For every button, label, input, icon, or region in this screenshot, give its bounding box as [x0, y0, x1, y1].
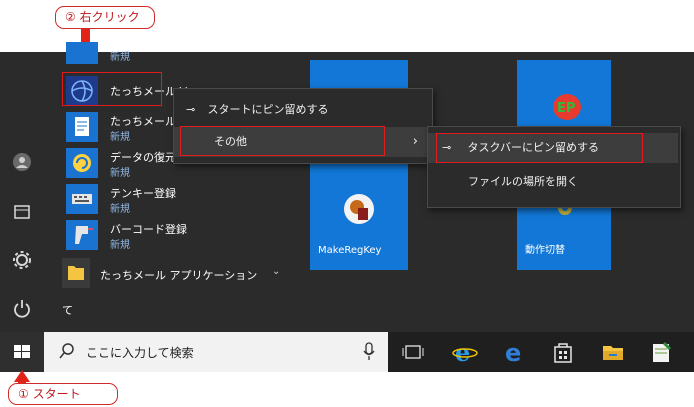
search-icon [58, 342, 76, 364]
app-list-item-partial[interactable]: 新規 [66, 42, 186, 74]
pin-icon: ⊸ [186, 103, 196, 116]
app-sub-label: 新規 [110, 132, 130, 143]
start-callout: ① スタート [8, 383, 118, 405]
highlight-selected-app [62, 72, 162, 106]
keyboard-app-icon [66, 184, 98, 214]
highlight-pin-to-taskbar [436, 133, 643, 163]
barcode-scanner-app-icon [66, 220, 98, 250]
app-folder-touchmail-apps[interactable]: たっちメール アプリケーション ⌄ [62, 258, 296, 290]
start-menu: 新規 たっちメール Ve たっちメール操 新規 データの復元 新規 テンキー登録… [0, 42, 694, 332]
folder-icon [62, 258, 90, 288]
start-button[interactable] [0, 332, 44, 372]
app-tile-icon [66, 42, 98, 64]
edge-browser-icon[interactable]: e [502, 339, 528, 367]
chevron-right-icon: › [412, 134, 418, 149]
notepad-app-icon[interactable] [648, 339, 674, 365]
app-sub-label: 新規 [110, 168, 130, 179]
app-sub-label: 新規 [110, 204, 130, 215]
svg-text:e: e [455, 339, 470, 365]
task-view-icon[interactable] [400, 339, 426, 365]
makeregkey-icon [344, 194, 374, 224]
ep-logo-icon: EP [553, 94, 581, 120]
tile-label: 動作切替 [525, 245, 565, 256]
svg-text:EP: EP [557, 101, 575, 116]
settings-gear-icon[interactable] [12, 250, 32, 270]
tile-makeregkey[interactable]: MakeRegKey [310, 170, 408, 262]
app-sub-label: 新規 [110, 240, 130, 251]
app-list-item-tenkey[interactable]: テンキー登録 新規 [66, 182, 176, 215]
user-icon[interactable] [12, 152, 32, 172]
right-click-callout: ② 右クリック [55, 6, 155, 29]
right-click-label: ② 右クリック [65, 10, 140, 24]
app-name: テンキー登録 [110, 187, 176, 200]
start-rail [0, 52, 44, 332]
store-icon[interactable] [550, 339, 576, 365]
microphone-icon[interactable] [362, 342, 376, 366]
section-letter[interactable]: て [62, 302, 73, 318]
app-list-item-touchmail-ops[interactable]: たっちメール操 新規 [66, 110, 187, 143]
app-name: データの復元 [110, 151, 176, 164]
svg-text:e: e [505, 339, 521, 365]
tile-label: MakeRegKey [318, 245, 382, 256]
documents-icon[interactable] [12, 202, 32, 222]
taskbar: ここに入力して検索 e e [0, 332, 694, 372]
search-box[interactable]: ここに入力して検索 [44, 332, 388, 372]
app-name: バーコード登録 [110, 223, 187, 236]
app-sub-label: 新規 [110, 52, 130, 63]
search-placeholder: ここに入力して検索 [86, 346, 194, 360]
restore-app-icon [66, 148, 98, 178]
menu-item-label: ファイルの場所を開く [468, 175, 578, 188]
power-icon[interactable] [12, 298, 32, 318]
highlight-more [180, 126, 385, 156]
menu-item-label: スタートにピン留めする [207, 103, 329, 116]
menu-item-pin-to-start[interactable]: ⊸ スタートにピン留めする [174, 95, 432, 125]
app-list-item-restore[interactable]: データの復元 新規 [66, 146, 176, 179]
file-explorer-icon[interactable] [600, 339, 626, 365]
menu-item-open-file-location[interactable]: ファイルの場所を開く [428, 167, 678, 197]
document-app-icon [66, 112, 98, 142]
chevron-down-icon[interactable]: ⌄ [272, 266, 280, 277]
folder-label: たっちメール アプリケーション [100, 269, 258, 282]
app-list-item-barcode[interactable]: バーコード登録 新規 [66, 218, 187, 251]
internet-explorer-icon[interactable]: e [452, 338, 478, 367]
start-label: ① スタート [18, 387, 81, 401]
